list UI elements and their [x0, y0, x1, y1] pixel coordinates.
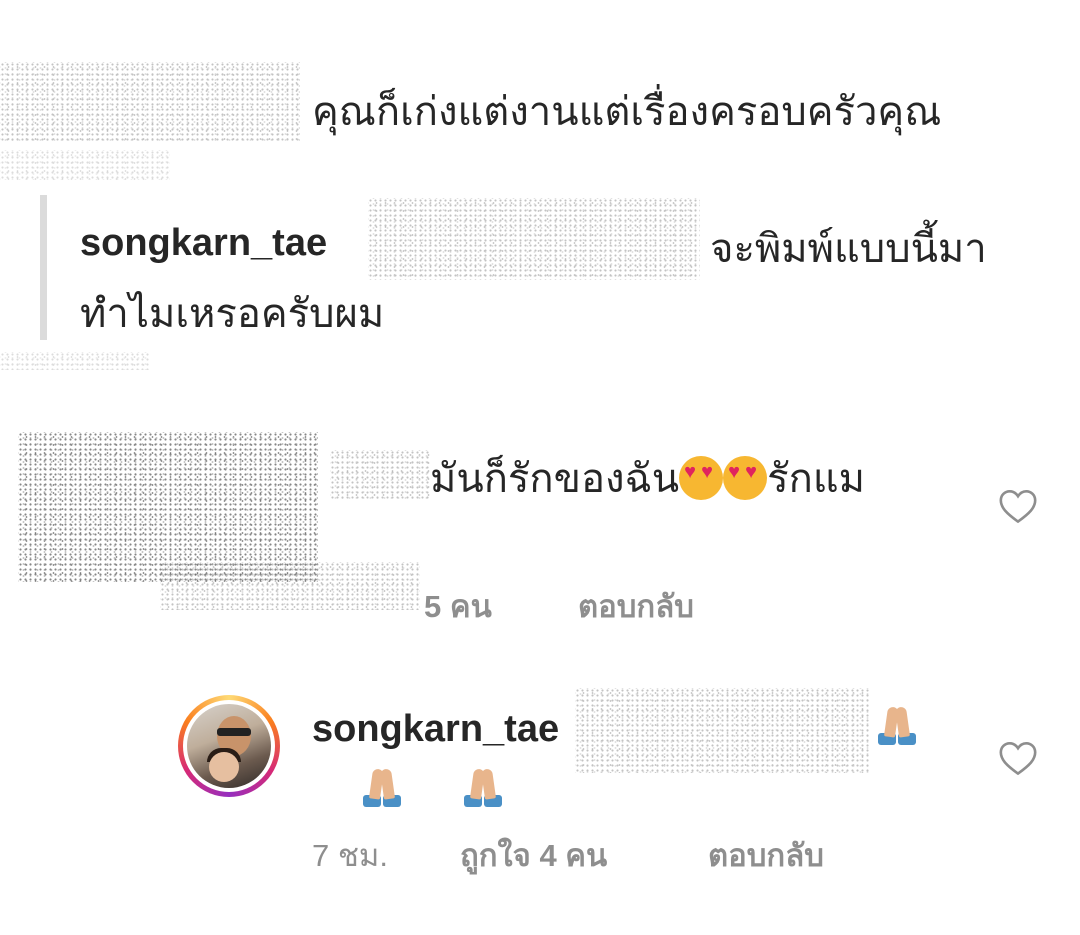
quoted-reply: songkarn_tae [80, 222, 327, 265]
quoted-text-line1: จะพิมพ์แบบนี้มา [710, 227, 987, 271]
folded-hands-emoji-icon [875, 705, 919, 745]
redacted-username [0, 62, 300, 142]
quoted-text-line2: ทำไมเหรอครับผม [80, 292, 385, 336]
reply-username[interactable]: songkarn_tae [312, 708, 559, 751]
heart-eyes-emoji-icon [723, 456, 768, 500]
like-count[interactable]: ถูกใจ 4 คน [460, 830, 607, 880]
heart-outline-icon[interactable] [998, 740, 1038, 776]
like-count[interactable]: 5 คน [424, 581, 492, 631]
comment-text-2-after: รักแม [767, 457, 865, 501]
redacted-username-2 [330, 450, 430, 500]
quote-bar [40, 195, 47, 340]
profile-photo [187, 704, 271, 788]
reply-button[interactable]: ตอบกลับ [578, 581, 694, 631]
comment-text: คุณก็เก่งแต่งานแต่เรื่องครอบครัวคุณ [312, 90, 942, 134]
comment-text-2: มันก็รักของฉัน รักแม [430, 455, 865, 503]
folded-hands-emoji-icon [461, 767, 505, 807]
redacted-mention [368, 198, 700, 280]
heart-eyes-emoji-icon [679, 456, 724, 500]
redacted-time [160, 562, 420, 610]
reply-button[interactable]: ตอบกลับ [708, 830, 824, 880]
redacted-mention-2 [575, 688, 870, 773]
redacted-text [0, 150, 170, 180]
folded-hands-emoji-icon [360, 767, 404, 807]
redacted-meta [0, 352, 150, 370]
avatar[interactable] [178, 695, 280, 797]
timestamp: 7 ชม. [312, 838, 388, 873]
redacted-avatar-username [18, 432, 318, 582]
comment-text-2-before: มันก็รักของฉัน [430, 457, 680, 501]
heart-outline-icon[interactable] [998, 488, 1038, 524]
quoted-username[interactable]: songkarn_tae [80, 222, 327, 264]
